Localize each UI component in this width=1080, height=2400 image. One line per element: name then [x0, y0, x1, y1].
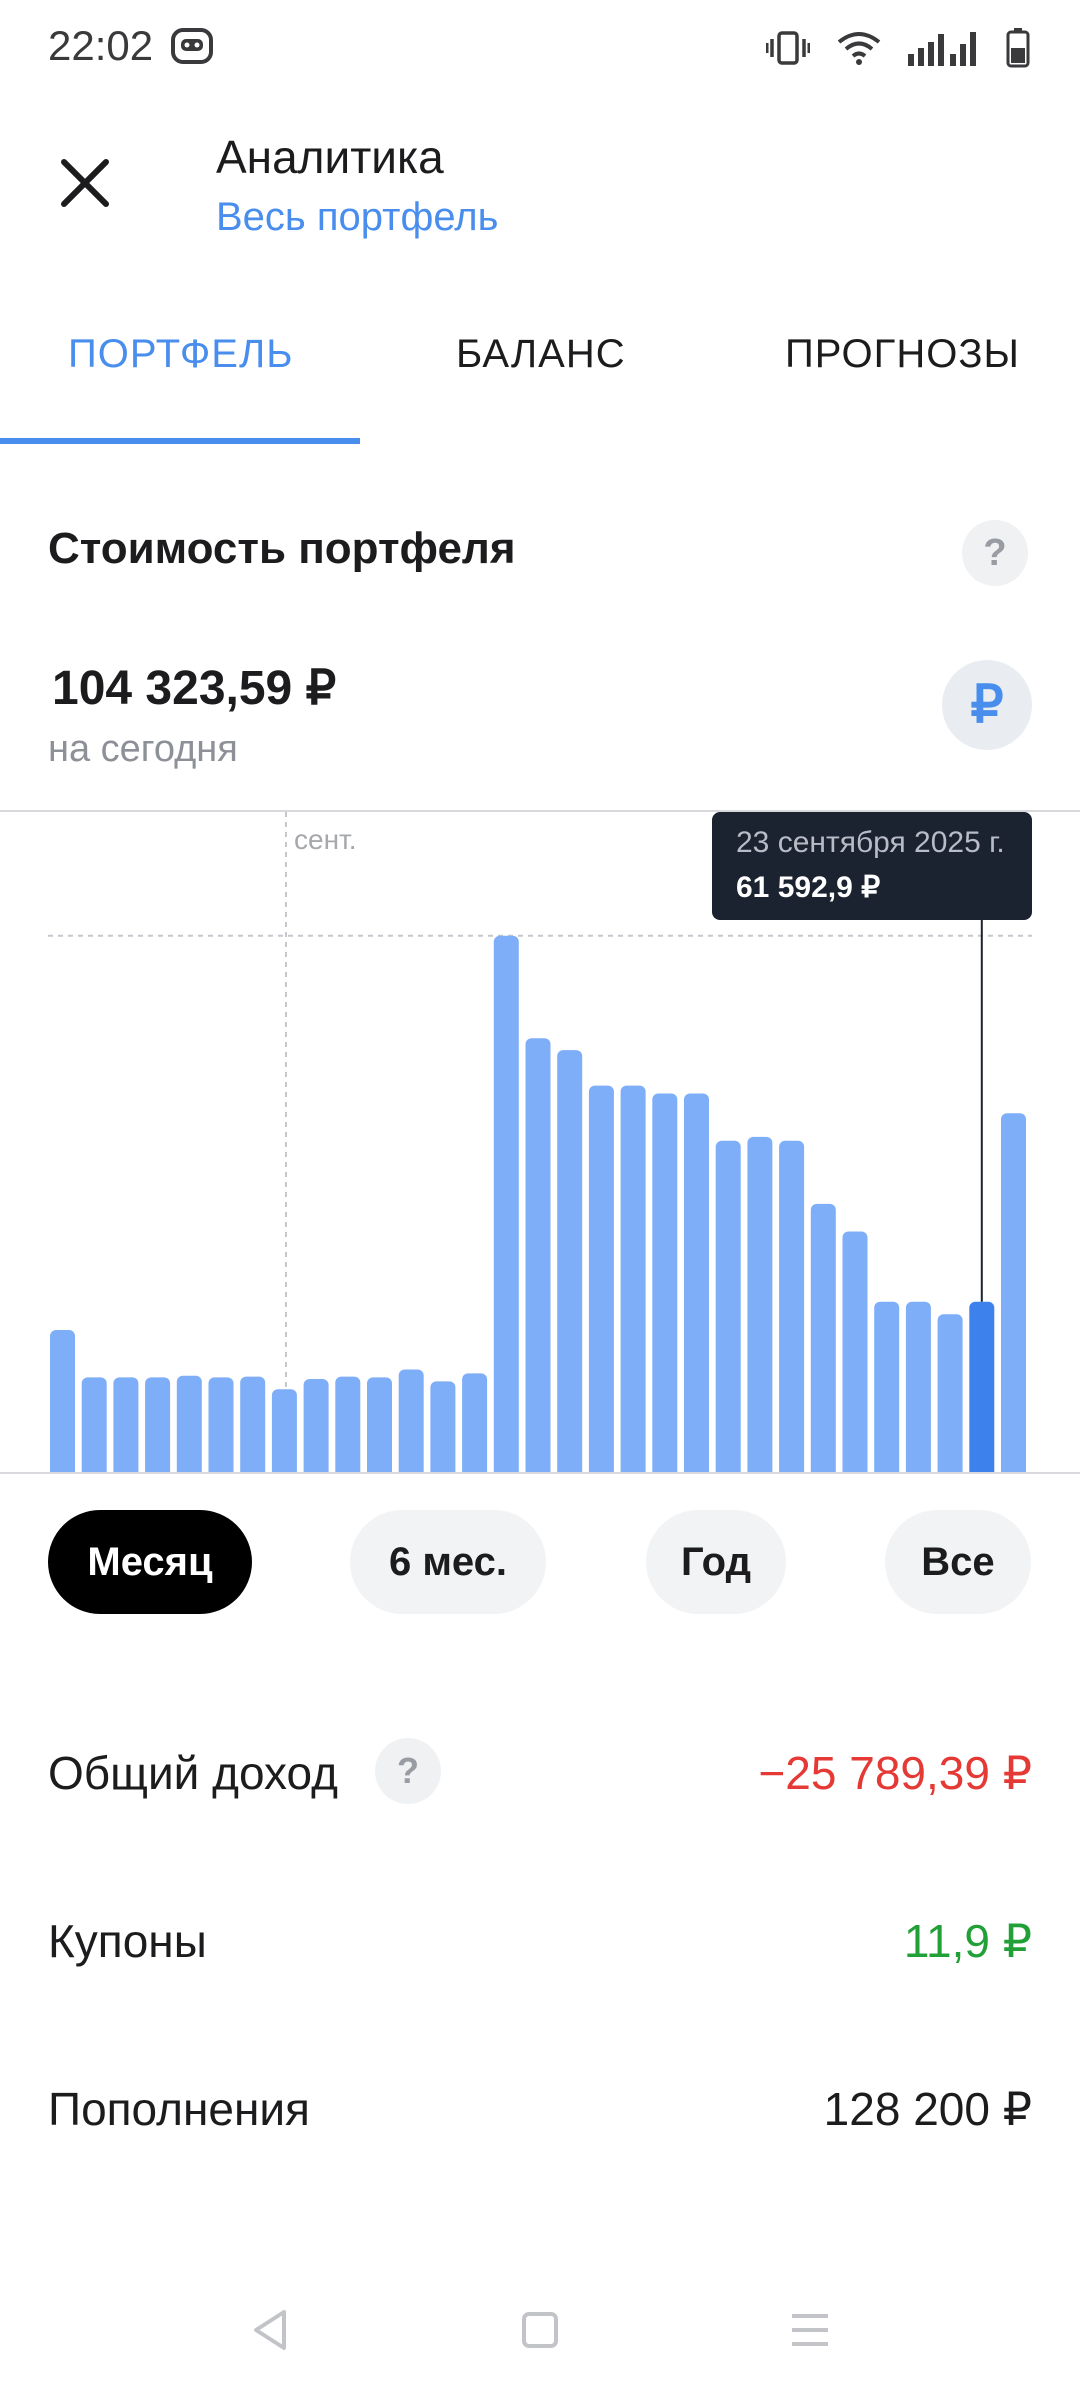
chart-bar[interactable]: [81, 1377, 107, 1472]
period-all-button[interactable]: Все: [885, 1510, 1031, 1614]
chart-tooltip: 23 сентября 2025 г. 61 592,9 ₽: [712, 812, 1032, 920]
home-square-icon: [522, 2312, 558, 2348]
chart-bar[interactable]: [715, 1140, 741, 1472]
chart-bar[interactable]: [779, 1140, 805, 1472]
month-axis-label: сент.: [294, 824, 357, 855]
chart-bar[interactable]: [842, 1231, 868, 1472]
chart-bar[interactable]: [145, 1377, 171, 1472]
status-time: 22:02: [48, 22, 154, 69]
chart-bar[interactable]: [367, 1377, 392, 1472]
portfolio-value: 104 323,59 ₽: [52, 662, 337, 715]
back-triangle-icon: [254, 2310, 286, 2350]
total-income-value: −25 789,39 ₽: [758, 1747, 1032, 1799]
battery-icon: [1006, 28, 1030, 68]
portfolio-help-button[interactable]: ?: [962, 520, 1028, 586]
coupons-label: Купоны: [48, 1915, 207, 1967]
assistant-robot-icon: [170, 26, 214, 66]
chart-bar[interactable]: [398, 1369, 424, 1472]
chart-bar[interactable]: [937, 1314, 963, 1472]
close-button[interactable]: [52, 150, 118, 216]
chart-bar[interactable]: [652, 1093, 678, 1472]
tab-portfolio[interactable]: ПОРТФЕЛЬ: [68, 332, 293, 377]
chart-bar[interactable]: [208, 1377, 234, 1472]
chart-baseline: [0, 1472, 1080, 1474]
section-title: Стоимость портфеля: [48, 524, 516, 573]
chart-bar[interactable]: [684, 1093, 709, 1472]
chart-bar[interactable]: [588, 1085, 614, 1472]
chart-bar[interactable]: [462, 1373, 488, 1472]
wifi-icon: [837, 32, 881, 65]
active-tab-indicator: [0, 438, 360, 444]
nav-menu-button[interactable]: [780, 2300, 840, 2360]
vibrate-icon: [766, 31, 810, 65]
tab-forecasts[interactable]: ПРОГНОЗЫ: [785, 332, 1020, 377]
nav-back-button[interactable]: [240, 2300, 300, 2360]
nav-home-button[interactable]: [510, 2300, 570, 2360]
total-income-label: Общий доход: [48, 1747, 338, 1799]
chart-bar[interactable]: [430, 1381, 456, 1472]
chart-bar[interactable]: [874, 1301, 900, 1472]
chart-bar[interactable]: [271, 1389, 297, 1472]
chart-bar[interactable]: [335, 1376, 361, 1472]
chart-bar[interactable]: [525, 1038, 551, 1472]
coupons-value: 11,9 ₽: [903, 1915, 1032, 1967]
deposits-value: 128 200 ₽: [823, 2083, 1032, 2135]
chart-bar[interactable]: [113, 1377, 139, 1472]
chart-bar[interactable]: [303, 1378, 329, 1472]
currency-switch-button[interactable]: ₽: [942, 660, 1032, 750]
total-income-help-button[interactable]: ?: [375, 1738, 441, 1804]
tooltip-value: 61 592,9 ₽: [736, 871, 881, 904]
chart-bar[interactable]: [810, 1203, 836, 1472]
period-month-button[interactable]: Месяц: [48, 1510, 252, 1614]
page-title: Аналитика: [216, 131, 444, 183]
chart-bar[interactable]: [557, 1050, 583, 1472]
period-6-months-button[interactable]: 6 мес.: [350, 1510, 546, 1614]
deposits-label: Пополнения: [48, 2083, 310, 2135]
chart-bar[interactable]: [240, 1376, 266, 1472]
menu-lines-icon: [792, 2314, 828, 2346]
chart-bar[interactable]: [176, 1375, 202, 1472]
status-icons: [766, 26, 1030, 70]
tooltip-date: 23 сентября 2025 г.: [736, 826, 1005, 859]
chart-bar[interactable]: [50, 1330, 75, 1472]
portfolio-value-caption: на сегодня: [48, 728, 238, 770]
portfolio-selector[interactable]: Весь портфель: [216, 195, 498, 240]
signal-icon: [908, 32, 976, 66]
tab-balance[interactable]: БАЛАНС: [456, 332, 626, 377]
chart-bar[interactable]: [969, 1301, 995, 1472]
chart-bar[interactable]: [620, 1085, 646, 1472]
chart-bar[interactable]: [1001, 1113, 1026, 1472]
chart-bar[interactable]: [493, 935, 519, 1472]
close-icon: [61, 159, 109, 207]
period-year-button[interactable]: Год: [646, 1510, 786, 1614]
chart-bar[interactable]: [747, 1136, 773, 1472]
chart-bar[interactable]: [905, 1301, 931, 1472]
